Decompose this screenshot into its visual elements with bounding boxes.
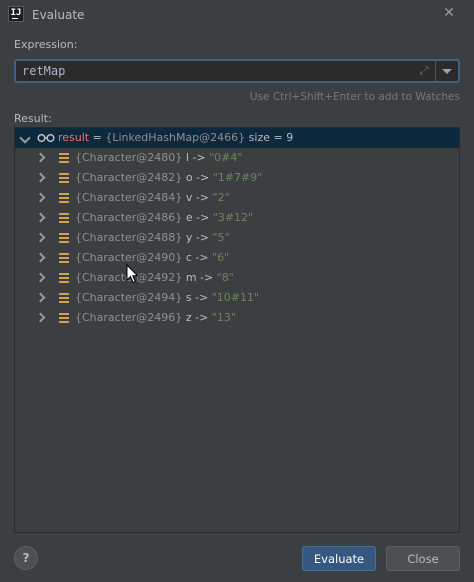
entry-value: "3#12" [212, 211, 254, 224]
tree-root-row[interactable]: result = {LinkedHashMap@2466} size = 9 [15, 128, 459, 148]
entry-key-object: {Character@2484} [75, 191, 183, 204]
entry-key: e [185, 211, 193, 224]
expression-label: Expression: [14, 38, 78, 51]
chevron-right-icon[interactable] [35, 272, 46, 283]
chevron-right-icon[interactable] [35, 192, 46, 203]
object-type: {LinkedHashMap@2466} [105, 131, 246, 144]
mouse-cursor-icon [126, 264, 138, 284]
title-bar: IJ Evaluate ✕ [0, 0, 474, 30]
chevron-right-icon[interactable] [35, 252, 46, 263]
map-entry-icon [59, 153, 69, 163]
entry-key: z [185, 311, 192, 324]
entry-arrow: -> [195, 311, 209, 324]
entry-key-object: {Character@2496} [75, 311, 183, 324]
watch-glasses-icon [37, 134, 55, 142]
table-row[interactable]: {Character@2496} z -> "13" [15, 308, 459, 328]
expression-input[interactable] [16, 61, 415, 81]
entry-key-object: {Character@2494} [75, 291, 183, 304]
entry-key: m [185, 271, 197, 284]
entry-arrow: -> [200, 271, 214, 284]
entry-key-object: {Character@2486} [75, 211, 183, 224]
entry-key: s [185, 291, 192, 304]
entry-arrow: -> [196, 171, 210, 184]
table-row[interactable]: {Character@2480} l -> "0#4" [15, 148, 459, 168]
window-title: Evaluate [32, 8, 85, 22]
entry-value: "10#11" [211, 291, 260, 304]
map-entry-icon [59, 233, 69, 243]
size-value: size = 9 [248, 131, 294, 144]
entry-arrow: -> [195, 231, 210, 244]
entry-label: {Character@2484} v -> "2" [75, 191, 230, 204]
map-entry-icon [59, 273, 69, 283]
entry-value: "0#4" [209, 151, 243, 164]
root-label: result = {LinkedHashMap@2466} size = 9 [58, 131, 293, 144]
table-row[interactable]: {Character@2486} e -> "3#12" [15, 208, 459, 228]
entry-value: "5" [212, 231, 230, 244]
entry-label: {Character@2488} y -> "5" [75, 231, 230, 244]
entry-key-object: {Character@2482} [75, 171, 183, 184]
entry-arrow: -> [192, 151, 206, 164]
entry-key: l [185, 151, 189, 164]
entry-value: "6" [212, 251, 230, 264]
chevron-right-icon[interactable] [35, 232, 46, 243]
entry-label: {Character@2490} c -> "6" [75, 251, 229, 264]
chevron-right-icon[interactable] [35, 292, 46, 303]
entry-key: c [185, 251, 192, 264]
entry-value: "2" [212, 191, 230, 204]
close-icon[interactable]: ✕ [442, 6, 456, 20]
chevron-right-icon[interactable] [35, 312, 46, 323]
variable-name: result [58, 131, 90, 144]
map-entry-icon [59, 213, 69, 223]
entry-label: {Character@2482} o -> "1#7#9" [75, 171, 262, 184]
watches-hint: Use Ctrl+Shift+Enter to add to Watches [249, 91, 460, 103]
chevron-right-icon[interactable] [35, 152, 46, 163]
entry-key: v [185, 191, 193, 204]
table-row[interactable]: {Character@2488} y -> "5" [15, 228, 459, 248]
entry-key-object: {Character@2488} [75, 231, 183, 244]
entry-label: {Character@2494} s -> "10#11" [75, 291, 259, 304]
entry-value: "13" [211, 311, 236, 324]
entry-key-object: {Character@2480} [75, 151, 183, 164]
result-label: Result: [14, 112, 52, 125]
entry-value: "8" [216, 271, 234, 284]
chevron-right-icon[interactable] [35, 212, 46, 223]
evaluate-button[interactable]: Evaluate [302, 546, 376, 571]
help-button[interactable]: ? [14, 546, 38, 570]
history-dropdown-button[interactable] [436, 61, 458, 81]
table-row[interactable]: {Character@2492} m -> "8" [15, 268, 459, 288]
entry-key: o [185, 171, 193, 184]
chevron-right-icon[interactable] [35, 172, 46, 183]
entry-key-object: {Character@2490} [75, 251, 183, 264]
intellij-icon: IJ [8, 6, 24, 22]
table-row[interactable]: {Character@2482} o -> "1#7#9" [15, 168, 459, 188]
map-entry-icon [59, 173, 69, 183]
equals-sign: = [89, 131, 106, 144]
entry-label: {Character@2492} m -> "8" [75, 271, 234, 284]
expression-box[interactable]: ⤢ [14, 59, 460, 83]
entry-key: y [185, 231, 193, 244]
table-row[interactable]: {Character@2490} c -> "6" [15, 248, 459, 268]
expand-icon[interactable]: ⤢ [415, 62, 433, 80]
map-entry-icon [59, 313, 69, 323]
map-entry-icon [59, 193, 69, 203]
entry-value: "1#7#9" [212, 171, 263, 184]
chevron-down-icon [442, 68, 452, 74]
entry-arrow: -> [195, 191, 210, 204]
chevron-down-icon[interactable] [19, 132, 31, 144]
entry-label: {Character@2496} z -> "13" [75, 311, 236, 324]
close-button[interactable]: Close [386, 546, 460, 571]
entry-arrow: -> [195, 291, 209, 304]
table-row[interactable]: {Character@2494} s -> "10#11" [15, 288, 459, 308]
entry-label: {Character@2480} l -> "0#4" [75, 151, 242, 164]
result-tree[interactable]: result = {LinkedHashMap@2466} size = 9 {… [14, 127, 460, 533]
map-entry-icon [59, 293, 69, 303]
map-entry-icon [59, 253, 69, 263]
entry-arrow: -> [195, 251, 209, 264]
entry-label: {Character@2486} e -> "3#12" [75, 211, 253, 224]
entry-arrow: -> [196, 211, 210, 224]
table-row[interactable]: {Character@2484} v -> "2" [15, 188, 459, 208]
